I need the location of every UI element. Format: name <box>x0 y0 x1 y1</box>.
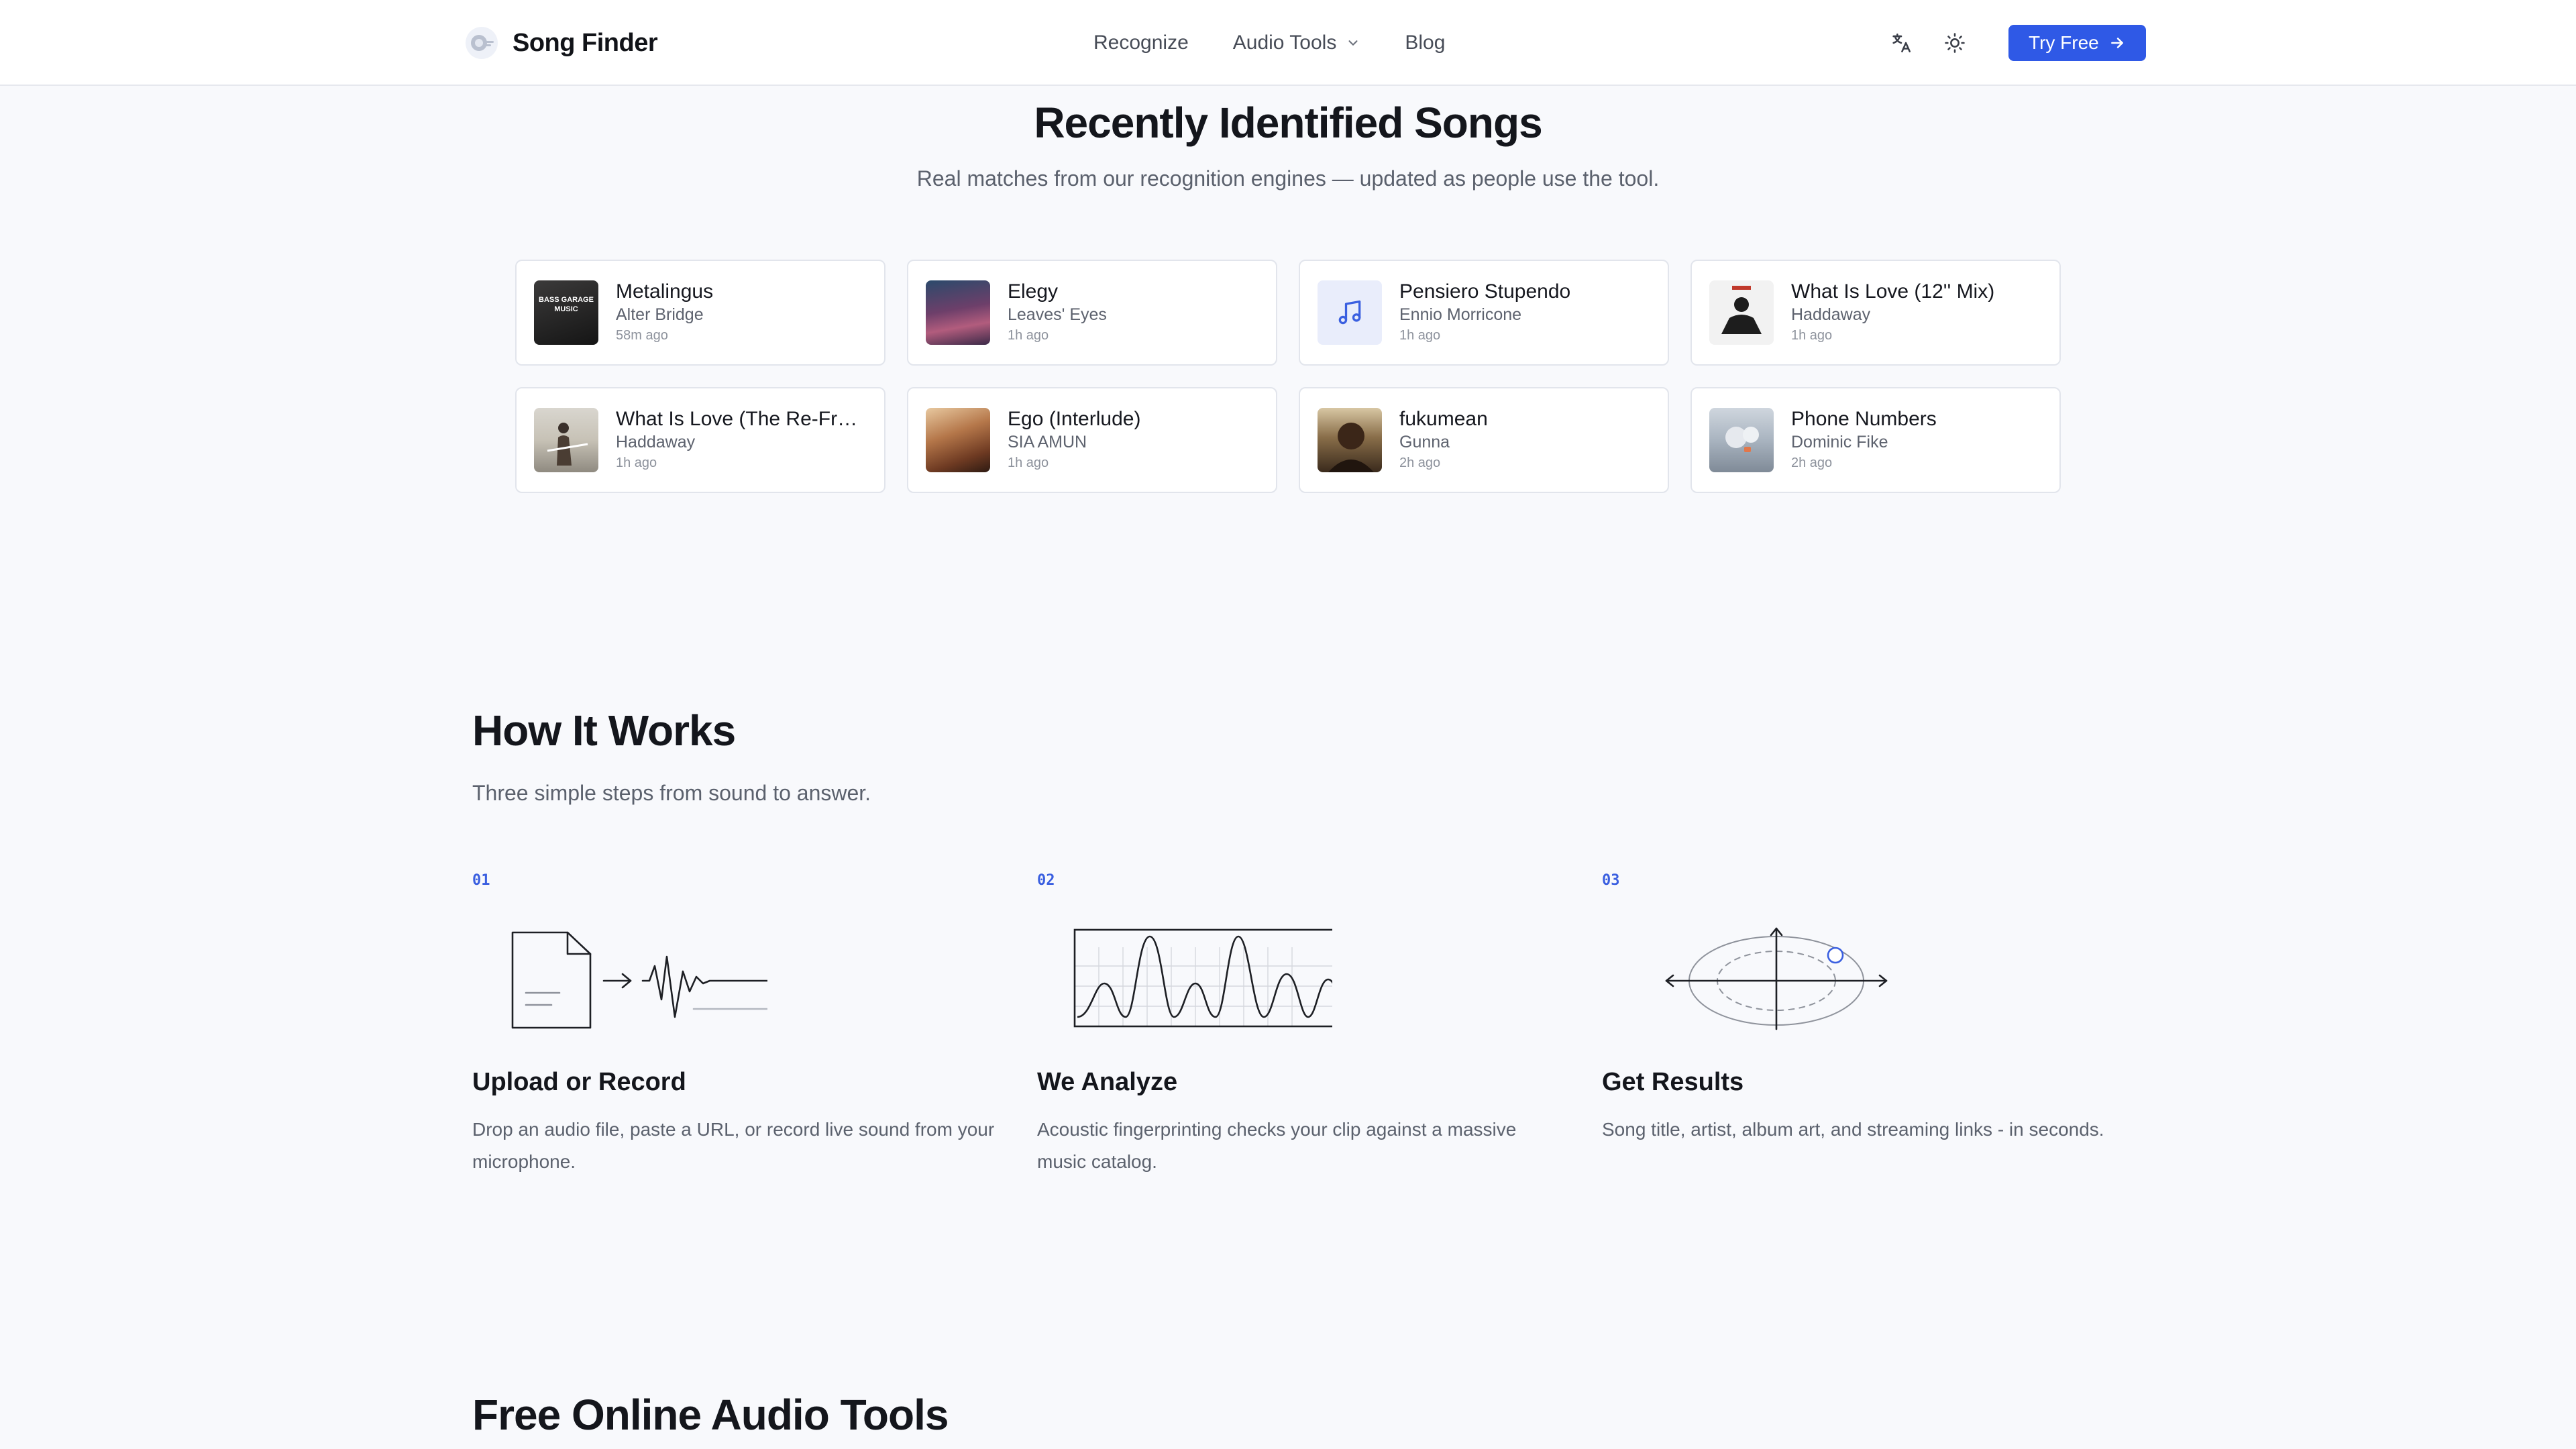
song-artist: Ennio Morricone <box>1399 305 1522 324</box>
song-card[interactable]: Ego (Interlude) SIA AMUN 1h ago <box>907 387 1277 493</box>
free-tools-heading: Free Online Audio Tools <box>472 1391 949 1439</box>
step-description: Acoustic fingerprinting checks your clip… <box>1037 1119 1517 1172</box>
song-title: Pensiero Stupendo <box>1399 280 1571 303</box>
song-time: 1h ago <box>1008 455 1049 470</box>
step-title: Get Results <box>1602 1068 1744 1096</box>
step-upload: 01 Upload or Record Drop an audio file, … <box>472 872 1009 1172</box>
song-title: Metalingus <box>616 280 714 303</box>
step-results: 03 Get Results Song title, artist, album… <box>1602 872 2139 1140</box>
song-title: Elegy <box>1008 280 1059 303</box>
song-artist: Haddaway <box>1791 305 1871 324</box>
song-artist: Leaves' Eyes <box>1008 305 1107 324</box>
artist-figure-icon <box>547 423 588 466</box>
song-title: Ego (Interlude) <box>1008 408 1141 430</box>
how-it-works-subtitle: Three simple steps from sound to answer. <box>472 781 871 805</box>
album-art <box>1709 280 1774 345</box>
recent-songs-grid: BASS GARAGE MUSIC Metalingus Alter Bridg… <box>515 260 2061 493</box>
artist-figure-icon <box>1725 427 1759 452</box>
song-artist: Haddaway <box>616 433 696 451</box>
album-art-placeholder <box>1318 280 1382 345</box>
album-art <box>926 280 990 345</box>
theme-toggle-button[interactable] <box>1936 24 1974 62</box>
sun-icon <box>1945 33 1965 53</box>
artist-silhouette-icon <box>1721 286 1762 334</box>
song-card[interactable]: BASS GARAGE MUSIC Metalingus Alter Bridg… <box>515 260 885 366</box>
song-card[interactable]: Phone Numbers Dominic Fike 2h ago <box>1690 387 2061 493</box>
top-navigation-bar: Song Finder Recognize Audio Tools Blog T… <box>0 0 2576 86</box>
step-analyze: 02 We Analyze Acoustic fingerprinting ch… <box>1037 872 1574 1172</box>
step-number: 02 <box>1037 872 1055 889</box>
song-time: 1h ago <box>1008 328 1049 343</box>
song-title: fukumean <box>1399 408 1488 430</box>
language-button[interactable] <box>1882 24 1920 62</box>
step-number: 03 <box>1602 872 1620 889</box>
match-target-icon <box>1665 927 1888 1030</box>
song-artist: Gunna <box>1399 433 1450 451</box>
nav-blog-label: Blog <box>1405 32 1446 54</box>
song-card[interactable]: What Is Love (The Re-Fresh Mixes) Haddaw… <box>515 387 885 493</box>
song-time: 1h ago <box>1791 328 1833 343</box>
song-card[interactable]: Pensiero Stupendo Ennio Morricone 1h ago <box>1299 260 1669 366</box>
album-art: BASS GARAGE MUSIC <box>534 280 598 345</box>
how-it-works-heading: How It Works <box>472 706 736 755</box>
step-title: Upload or Record <box>472 1068 686 1096</box>
nav-recognize-label: Recognize <box>1093 32 1189 54</box>
song-time: 58m ago <box>616 328 668 343</box>
nav-audio-tools-label: Audio Tools <box>1232 32 1337 54</box>
step-description: Song title, artist, album art, and strea… <box>1602 1119 2104 1140</box>
album-art <box>1318 408 1382 472</box>
song-artist: SIA AMUN <box>1008 433 1087 451</box>
try-free-button[interactable]: Try Free <box>2008 25 2146 61</box>
song-time: 2h ago <box>1399 455 1441 470</box>
song-artist: Dominic Fike <box>1791 433 1888 451</box>
album-art <box>534 408 598 472</box>
recent-songs-heading: Recently Identified Songs <box>1034 99 1542 147</box>
main-nav: Recognize Audio Tools Blog <box>1093 27 1445 59</box>
song-time: 2h ago <box>1791 455 1833 470</box>
nav-audio-tools-dropdown[interactable]: Audio Tools <box>1233 32 1361 54</box>
song-finder-logo-icon <box>466 27 498 59</box>
album-art-text: BASS GARAGE MUSIC <box>539 296 594 313</box>
step-number: 01 <box>472 872 490 889</box>
song-card[interactable]: Elegy Leaves' Eyes 1h ago <box>907 260 1277 366</box>
artist-portrait-icon <box>1328 423 1374 472</box>
nav-blog-link[interactable]: Blog <box>1405 32 1445 54</box>
song-artist: Alter Bridge <box>616 305 704 324</box>
brand-home-link[interactable]: Song Finder <box>464 27 658 59</box>
song-title: What Is Love (12'' Mix) <box>1791 280 1995 303</box>
song-time: 1h ago <box>1399 328 1441 343</box>
song-card[interactable]: What Is Love (12'' Mix) Haddaway 1h ago <box>1690 260 2061 366</box>
step-description: Drop an audio file, paste a URL, or reco… <box>472 1119 995 1172</box>
album-art <box>926 408 990 472</box>
song-title: What Is Love (The Re-Fresh Mixes) <box>616 408 867 430</box>
song-card[interactable]: fukumean Gunna 2h ago <box>1299 387 1669 493</box>
chevron-down-icon <box>1348 40 1358 46</box>
file-to-waveform-icon <box>511 931 767 1029</box>
song-title: Phone Numbers <box>1791 408 1937 430</box>
music-note-icon <box>1338 300 1361 325</box>
nav-recognize-link[interactable]: Recognize <box>1093 32 1189 54</box>
arrow-right-icon <box>2110 38 2123 48</box>
album-art <box>1709 408 1774 472</box>
step-title: We Analyze <box>1037 1068 1178 1096</box>
try-free-label: Try Free <box>2029 32 2099 53</box>
song-time: 1h ago <box>616 455 657 470</box>
spectrogram-icon <box>1073 928 1332 1028</box>
brand-name: Song Finder <box>513 28 658 57</box>
header-actions: Try Free <box>1882 21 2146 64</box>
recent-songs-subtitle: Real matches from our recognition engine… <box>916 166 1660 191</box>
translate-icon <box>1892 33 1911 53</box>
